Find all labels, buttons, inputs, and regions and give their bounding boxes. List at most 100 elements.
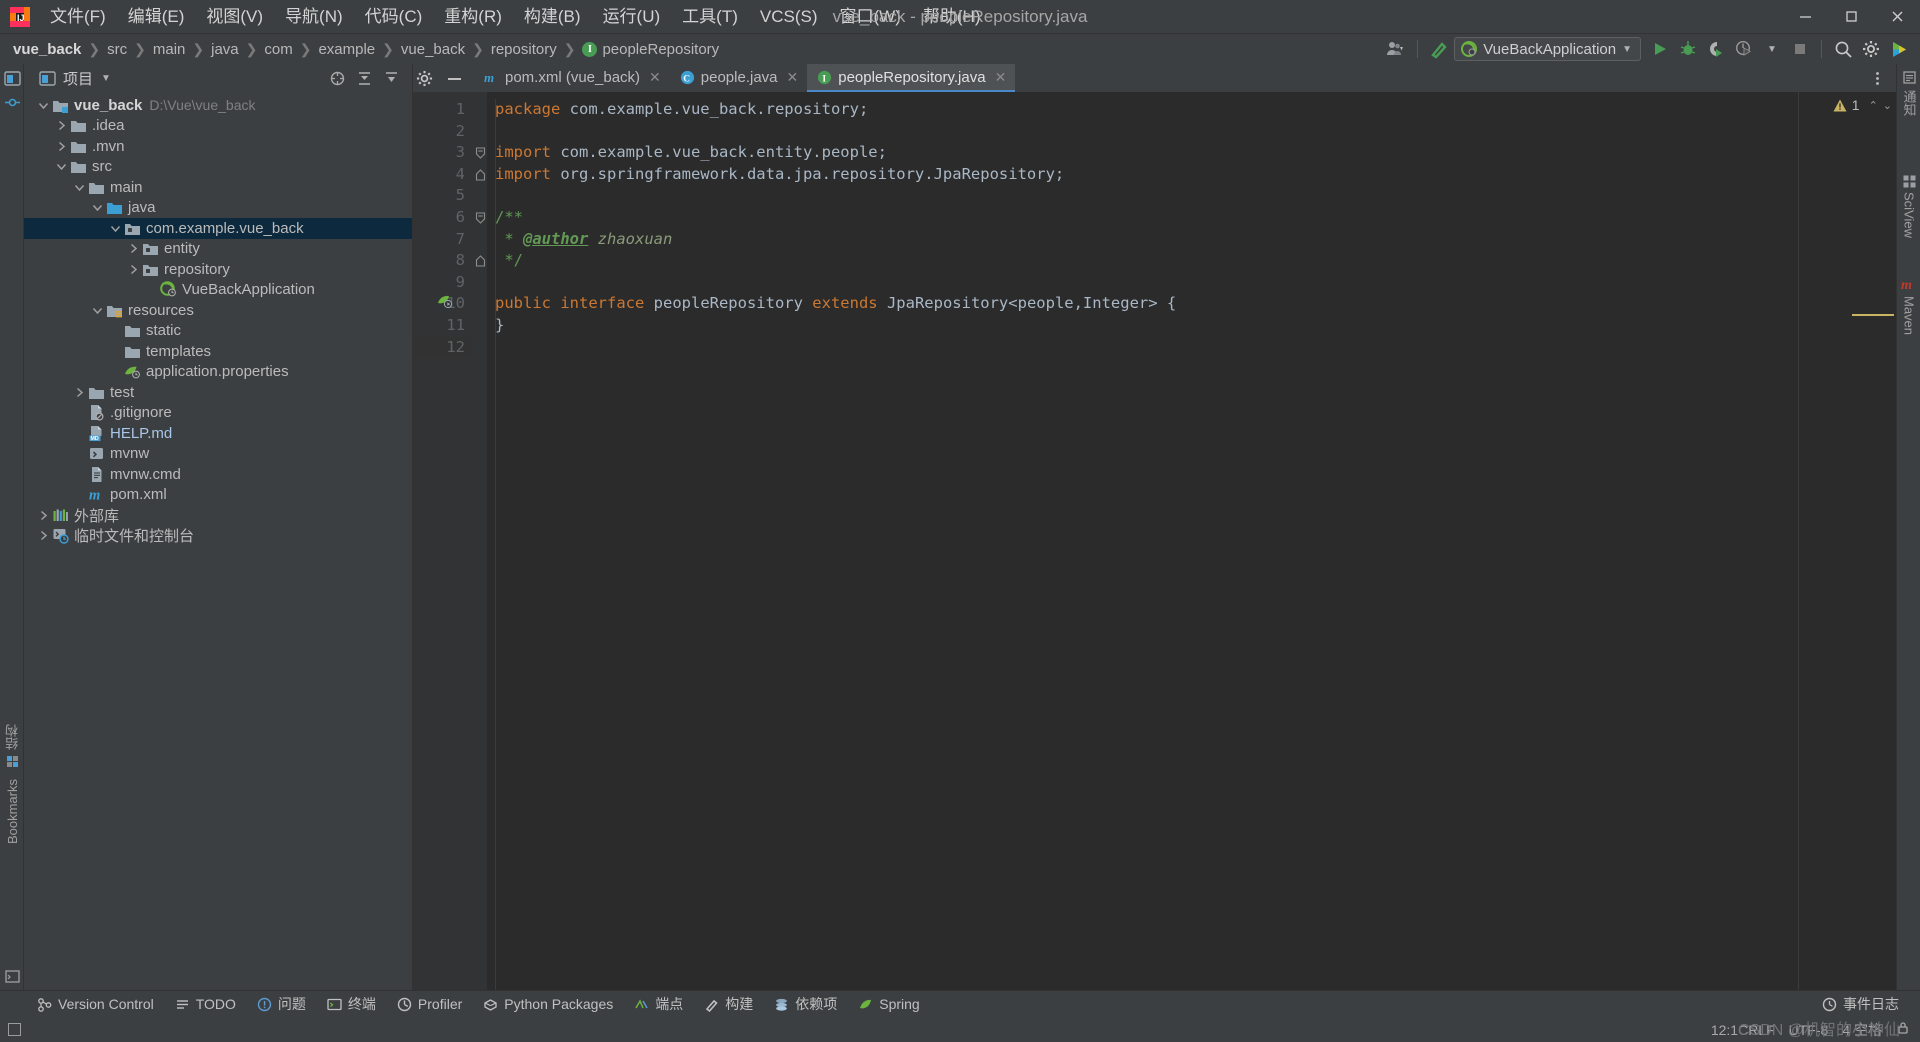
code-line[interactable] [487, 121, 1884, 143]
tree-node-templates[interactable]: templates [24, 341, 412, 362]
select-opened-file-icon[interactable] [328, 69, 346, 87]
editor-tab-pom-xml[interactable]: m pom.xml (vue_back) ✕ [474, 64, 670, 92]
stripe-button-project[interactable] [0, 70, 24, 87]
gutter-line-number[interactable]: 6 [413, 207, 473, 229]
gutter-line-number[interactable]: 5 [413, 185, 473, 207]
tree-node-.mvn[interactable]: .mvn [24, 136, 412, 157]
encoding-widget[interactable]: UTF-8 [1789, 1022, 1829, 1038]
menu-tools[interactable]: 工具(T) [671, 0, 749, 34]
project-tree[interactable]: vue_back D:\Vue\vue_back .idea .mvn src main j… [24, 92, 412, 990]
breadcrumb-item-com[interactable]: com [261, 41, 295, 58]
profiler-icon[interactable] [1731, 36, 1757, 62]
chevron-down-icon[interactable] [90, 303, 104, 317]
stripe-button-favorites-icon[interactable] [0, 754, 24, 769]
bottom-item-terminal[interactable]: 终端 [318, 993, 385, 1016]
stripe-button-notifications-icon[interactable] [1897, 70, 1920, 85]
menu-help[interactable]: 帮助(H) [912, 0, 992, 34]
chevron-right-icon[interactable] [36, 529, 50, 543]
gutter-line-number[interactable]: 9 [413, 272, 473, 294]
tree-node-vue_back[interactable]: vue_back D:\Vue\vue_back [24, 95, 412, 116]
gutter-line-number[interactable]: 7 [413, 229, 473, 251]
settings-gear-icon[interactable] [1858, 36, 1884, 62]
close-button[interactable] [1874, 0, 1920, 34]
updates-icon[interactable] [1886, 36, 1912, 62]
menu-refactor[interactable]: 重构(R) [433, 0, 513, 34]
stripe-button-bookmarks[interactable]: Bookmarks [0, 779, 24, 879]
menu-window[interactable]: 窗口(W) [829, 0, 912, 34]
code-line[interactable]: /** [487, 207, 1884, 229]
menu-run[interactable]: 运行(U) [592, 0, 672, 34]
code-line[interactable]: import com.example.vue_back.entity.peopl… [487, 142, 1884, 164]
stripe-button-maven[interactable]: Maven [1897, 296, 1920, 366]
breadcrumb-item-java[interactable]: java [208, 41, 242, 58]
inspection-highlight-stripe[interactable] [1852, 92, 1896, 990]
code-line[interactable] [487, 337, 1884, 359]
bottom-item-build[interactable]: 构建 [695, 993, 762, 1016]
tree-node-mvnw[interactable]: mvnw [24, 444, 412, 465]
bottom-item-dependencies[interactable]: 依赖项 [765, 993, 846, 1016]
tree-node-src[interactable]: src [24, 157, 412, 178]
collapse-all-icon[interactable] [382, 69, 400, 87]
run-icon[interactable] [1647, 36, 1673, 62]
menu-edit[interactable]: 编辑(E) [117, 0, 196, 34]
editor-gutter[interactable]: 1 2 3 4 5 6 7 8 9 10 11 12 [413, 92, 473, 990]
warning-stripe-mark[interactable] [1852, 314, 1894, 316]
tree-node-pom.xml[interactable]: m pom.xml [24, 485, 412, 506]
caret-position[interactable]: 12:1 [1711, 1022, 1738, 1038]
chevron-right-icon[interactable] [126, 242, 140, 256]
inspection-widget[interactable]: 1 ⌃ ⌄ [1832, 92, 1896, 118]
chevron-down-icon[interactable] [54, 160, 68, 174]
code-line[interactable] [487, 272, 1884, 294]
menu-file[interactable]: 文件(F) [39, 0, 117, 34]
tree-node-.idea[interactable]: .idea [24, 116, 412, 137]
lock-icon[interactable] [1896, 1021, 1910, 1038]
code-line[interactable]: public interface peopleRepository extend… [487, 293, 1884, 315]
line-separator-widget[interactable]: CRLF [1738, 1022, 1775, 1038]
minimize-button[interactable] [1782, 0, 1828, 34]
menu-view[interactable]: 视图(V) [195, 0, 274, 34]
gutter-line-number[interactable]: 2 [413, 121, 473, 143]
gutter-line-number[interactable]: 12 [413, 336, 473, 359]
bottom-item-endpoints[interactable]: 端点 [625, 993, 692, 1016]
indent-widget[interactable]: 4 空格 [1842, 1020, 1882, 1040]
stripe-button-sciview-icon[interactable] [1897, 174, 1920, 189]
hammer-build-icon[interactable] [1426, 36, 1452, 62]
chevron-right-icon[interactable] [54, 139, 68, 153]
stripe-button-maven-icon[interactable]: m [1897, 276, 1920, 292]
gutter-line-number[interactable]: 8 [413, 250, 473, 272]
code-line[interactable]: * @author zhaoxuan [487, 229, 1884, 251]
tree-node-entity[interactable]: entity [24, 239, 412, 260]
menu-code[interactable]: 代码(C) [354, 0, 434, 34]
gutter-line-number[interactable]: 3 [413, 142, 473, 164]
close-icon[interactable]: ✕ [995, 69, 1007, 86]
stripe-button-commit[interactable] [0, 94, 24, 111]
code-folding-column[interactable] [473, 92, 487, 990]
bottom-item-todo[interactable]: TODO [166, 993, 245, 1016]
breadcrumb-item-src[interactable]: src [104, 41, 130, 58]
code-line[interactable]: import org.springframework.data.jpa.repo… [487, 164, 1884, 186]
tree-node----[interactable]: 外部库 [24, 505, 412, 526]
chevron-right-icon[interactable] [72, 385, 86, 399]
run-with-coverage-icon[interactable] [1703, 36, 1729, 62]
run-configuration-selector[interactable]: VueBackApplication ▼ [1454, 37, 1641, 61]
stripe-button-notifications[interactable]: 通知 [1897, 90, 1920, 160]
breadcrumb-item-vue-back[interactable]: vue_back [398, 41, 468, 58]
maximize-button[interactable] [1828, 0, 1874, 34]
tree-node-main[interactable]: main [24, 177, 412, 198]
code-fold-toggle[interactable] [473, 207, 487, 229]
tree-node-static[interactable]: static [24, 321, 412, 342]
close-icon[interactable]: ✕ [787, 69, 799, 86]
chevron-right-icon[interactable] [36, 508, 50, 522]
bottom-item-python-packages[interactable]: Python Packages [474, 993, 622, 1016]
tree-node-test[interactable]: test [24, 382, 412, 403]
breadcrumb-item-people-repository[interactable]: I peopleRepository [579, 41, 722, 58]
stripe-button-sciview[interactable]: SciView [1897, 192, 1920, 272]
search-everywhere-icon[interactable] [1830, 36, 1856, 62]
bottom-item-version-control[interactable]: Version Control [28, 993, 163, 1016]
chevron-down-icon[interactable]: ▼ [101, 73, 111, 84]
gutter-line-number[interactable]: 4 [413, 164, 473, 186]
tree-node---------[interactable]: 临时文件和控制台 [24, 526, 412, 547]
editor-tab-people-repository-java[interactable]: I peopleRepository.java ✕ [807, 64, 1016, 92]
more-vertical-icon[interactable] [1868, 69, 1886, 87]
menu-build[interactable]: 构建(B) [513, 0, 592, 34]
